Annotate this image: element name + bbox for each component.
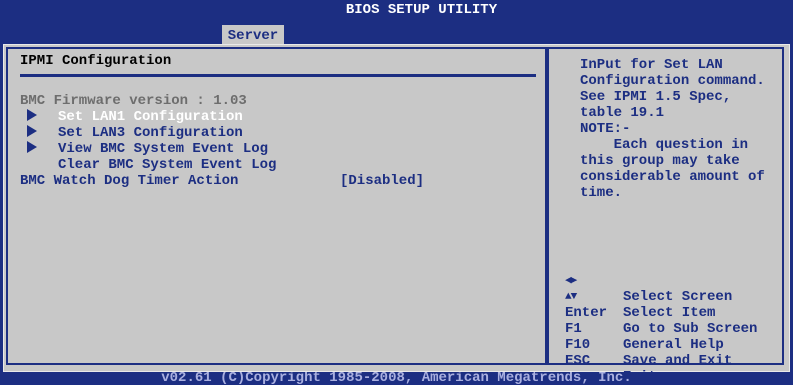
key-desc: Select Screen [623, 289, 733, 305]
help-line: See IPMI 1.5 Spec, [580, 89, 732, 105]
help-line: time. [580, 185, 623, 201]
menu-item-clear-bmc-system-event-log[interactable]: Clear BMC System Event Log [58, 157, 276, 173]
menu-item-set-lan3-configuration[interactable]: Set LAN3 Configuration [58, 125, 243, 141]
help-line: NOTE:- [580, 121, 631, 137]
page-title: IPMI Configuration [20, 53, 172, 69]
window-title: BIOS SETUP UTILITY [345, 2, 498, 18]
help-text: InPut for Set LAN Configuration command.… [580, 57, 780, 201]
menu-item-view-bmc-system-event-log[interactable]: View BMC System Event Log [58, 141, 268, 157]
submenu-arrow-icon [27, 141, 37, 153]
tab-server[interactable]: Server [222, 25, 284, 45]
help-line: this group may take [580, 153, 740, 169]
submenu-arrow-icon [27, 109, 37, 121]
key-desc: Save and Exit [623, 353, 733, 369]
key-desc: Go to Sub Screen [623, 321, 758, 337]
submenu-arrow-icon [27, 125, 37, 137]
panel-divider [545, 47, 549, 365]
copyright-footer: v02.61 (C)Copyright 1985-2008, American … [161, 372, 632, 385]
key-name: ESC [565, 353, 591, 369]
bios-screen: BIOS SETUP UTILITY Server IPMI Configura… [0, 0, 793, 385]
option-watchdog-timer-value[interactable]: [Disabled] [340, 173, 424, 189]
bmc-firmware-version: BMC Firmware version : 1.03 [20, 93, 247, 109]
title-rule [20, 74, 536, 77]
option-watchdog-timer-label[interactable]: BMC Watch Dog Timer Action [20, 173, 238, 189]
help-line: InPut for Set LAN [580, 57, 723, 73]
menu-item-set-lan1-configuration[interactable]: Set LAN1 Configuration [58, 109, 243, 125]
help-line: considerable amount of [580, 169, 765, 185]
help-line: table 19.1 [580, 105, 665, 121]
key-desc: General Help [623, 337, 724, 353]
key-desc: Select Item [623, 305, 716, 321]
help-line: Configuration command. [580, 73, 765, 89]
help-line: Each question in [580, 137, 749, 153]
